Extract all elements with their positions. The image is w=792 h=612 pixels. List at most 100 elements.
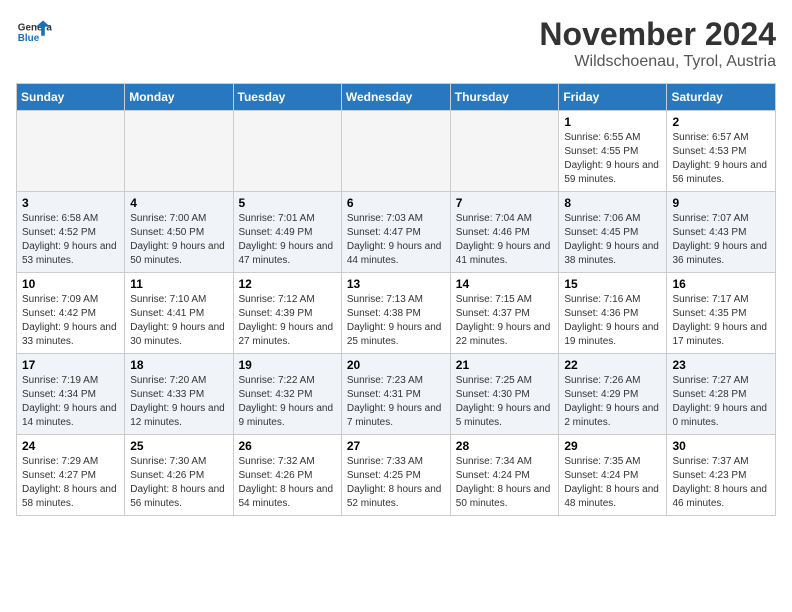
day-info: Sunrise: 7:27 AM Sunset: 4:28 PM Dayligh… — [672, 374, 770, 430]
day-info: Sunrise: 7:32 AM Sunset: 4:26 PM Dayligh… — [239, 455, 336, 511]
calendar-day-cell: 12 Sunrise: 7:12 AM Sunset: 4:39 PM Dayli… — [233, 273, 341, 354]
calendar-day-cell — [341, 111, 450, 192]
day-number: 19 — [239, 358, 336, 372]
day-info: Sunrise: 7:30 AM Sunset: 4:26 PM Dayligh… — [130, 455, 227, 511]
calendar-week-row: 24Sunrise: 7:29 AM Sunset: 4:27 PM Dayli… — [17, 435, 776, 516]
day-info: Sunrise: 7:15 AM Sunset: 4:37 PM Dayligh… — [456, 293, 554, 349]
day-number: 3 — [22, 196, 119, 210]
calendar-day-cell: 10 Sunrise: 7:09 AM Sunset: 4:42 PM Dayli… — [17, 273, 125, 354]
weekday-header-wednesday: Wednesday — [341, 84, 450, 111]
day-number: 4 — [130, 196, 227, 210]
calendar-day-cell: 23 Sunrise: 7:27 AM Sunset: 4:28 PM Dayli… — [667, 354, 776, 435]
calendar-week-row: 17 Sunrise: 7:19 AM Sunset: 4:34 PM Dayli… — [17, 354, 776, 435]
day-info: Sunrise: 7:19 AM Sunset: 4:34 PM Dayligh… — [22, 374, 119, 430]
day-info: Sunrise: 7:01 AM Sunset: 4:49 PM Dayligh… — [239, 212, 336, 268]
day-info: Sunrise: 7:26 AM Sunset: 4:29 PM Dayligh… — [564, 374, 661, 430]
page-header: General Blue November 2024 Wildschoenau,… — [16, 16, 776, 71]
day-number: 26 — [239, 439, 336, 453]
calendar-day-cell: 13 Sunrise: 7:13 AM Sunset: 4:38 PM Dayli… — [341, 273, 450, 354]
day-number: 15 — [564, 277, 661, 291]
day-number: 9 — [672, 196, 770, 210]
day-info: Sunrise: 7:37 AM Sunset: 4:23 PM Dayligh… — [672, 455, 770, 511]
day-info: Sunrise: 7:00 AM Sunset: 4:50 PM Dayligh… — [130, 212, 227, 268]
day-number: 13 — [347, 277, 445, 291]
day-number: 28 — [456, 439, 554, 453]
day-number: 23 — [672, 358, 770, 372]
calendar-day-cell: 19Sunrise: 7:22 AM Sunset: 4:32 PM Dayli… — [233, 354, 341, 435]
day-number: 18 — [130, 358, 227, 372]
day-info: Sunrise: 7:29 AM Sunset: 4:27 PM Dayligh… — [22, 455, 119, 511]
calendar-day-cell: 6 Sunrise: 7:03 AM Sunset: 4:47 PM Daylig… — [341, 192, 450, 273]
day-number: 27 — [347, 439, 445, 453]
calendar-day-cell: 5 Sunrise: 7:01 AM Sunset: 4:49 PM Daylig… — [233, 192, 341, 273]
svg-text:Blue: Blue — [18, 33, 40, 44]
day-info: Sunrise: 7:16 AM Sunset: 4:36 PM Dayligh… — [564, 293, 661, 349]
calendar-day-cell: 18Sunrise: 7:20 AM Sunset: 4:33 PM Dayli… — [125, 354, 233, 435]
day-info: Sunrise: 7:25 AM Sunset: 4:30 PM Dayligh… — [456, 374, 554, 430]
calendar-table: SundayMondayTuesdayWednesdayThursdayFrid… — [16, 83, 776, 516]
day-number: 10 — [22, 277, 119, 291]
weekday-header-thursday: Thursday — [450, 84, 559, 111]
day-number: 1 — [564, 115, 661, 129]
calendar-day-cell: 8 Sunrise: 7:06 AM Sunset: 4:45 PM Daylig… — [559, 192, 667, 273]
day-number: 17 — [22, 358, 119, 372]
calendar-day-cell: 27 Sunrise: 7:33 AM Sunset: 4:25 PM Dayli… — [341, 435, 450, 516]
day-number: 30 — [672, 439, 770, 453]
day-number: 5 — [239, 196, 336, 210]
day-info: Sunrise: 7:06 AM Sunset: 4:45 PM Dayligh… — [564, 212, 661, 268]
day-number: 25 — [130, 439, 227, 453]
day-info: Sunrise: 7:04 AM Sunset: 4:46 PM Dayligh… — [456, 212, 554, 268]
day-info: Sunrise: 7:23 AM Sunset: 4:31 PM Dayligh… — [347, 374, 445, 430]
calendar-day-cell: 24Sunrise: 7:29 AM Sunset: 4:27 PM Dayli… — [17, 435, 125, 516]
calendar-week-row: 3 Sunrise: 6:58 AM Sunset: 4:52 PM Daylig… — [17, 192, 776, 273]
location-title: Wildschoenau, Tyrol, Austria — [539, 53, 776, 71]
day-info: Sunrise: 7:10 AM Sunset: 4:41 PM Dayligh… — [130, 293, 227, 349]
calendar-day-cell: 20Sunrise: 7:23 AM Sunset: 4:31 PM Dayli… — [341, 354, 450, 435]
calendar-week-row: 1 Sunrise: 6:55 AM Sunset: 4:55 PM Daylig… — [17, 111, 776, 192]
weekday-header-sunday: Sunday — [17, 84, 125, 111]
day-number: 2 — [672, 115, 770, 129]
day-number: 22 — [564, 358, 661, 372]
calendar-day-cell: 2Sunrise: 6:57 AM Sunset: 4:53 PM Daylig… — [667, 111, 776, 192]
calendar-day-cell: 29 Sunrise: 7:35 AM Sunset: 4:24 PM Dayli… — [559, 435, 667, 516]
day-info: Sunrise: 6:55 AM Sunset: 4:55 PM Dayligh… — [564, 131, 661, 187]
day-info: Sunrise: 7:35 AM Sunset: 4:24 PM Dayligh… — [564, 455, 661, 511]
calendar-day-cell: 1 Sunrise: 6:55 AM Sunset: 4:55 PM Daylig… — [559, 111, 667, 192]
day-info: Sunrise: 7:07 AM Sunset: 4:43 PM Dayligh… — [672, 212, 770, 268]
calendar-day-cell — [233, 111, 341, 192]
day-number: 8 — [564, 196, 661, 210]
weekday-header-saturday: Saturday — [667, 84, 776, 111]
calendar-day-cell — [450, 111, 559, 192]
weekday-header-tuesday: Tuesday — [233, 84, 341, 111]
day-number: 12 — [239, 277, 336, 291]
day-info: Sunrise: 7:03 AM Sunset: 4:47 PM Dayligh… — [347, 212, 445, 268]
calendar-day-cell: 9 Sunrise: 7:07 AM Sunset: 4:43 PM Daylig… — [667, 192, 776, 273]
day-info: Sunrise: 7:09 AM Sunset: 4:42 PM Dayligh… — [22, 293, 119, 349]
day-info: Sunrise: 7:33 AM Sunset: 4:25 PM Dayligh… — [347, 455, 445, 511]
day-number: 21 — [456, 358, 554, 372]
calendar-day-cell: 21 Sunrise: 7:25 AM Sunset: 4:30 PM Dayli… — [450, 354, 559, 435]
month-title: November 2024 — [539, 16, 776, 53]
calendar-day-cell: 25 Sunrise: 7:30 AM Sunset: 4:26 PM Dayli… — [125, 435, 233, 516]
calendar-day-cell: 17 Sunrise: 7:19 AM Sunset: 4:34 PM Dayli… — [17, 354, 125, 435]
calendar-day-cell: 3 Sunrise: 6:58 AM Sunset: 4:52 PM Daylig… — [17, 192, 125, 273]
calendar-day-cell: 16Sunrise: 7:17 AM Sunset: 4:35 PM Dayli… — [667, 273, 776, 354]
calendar-day-cell: 14Sunrise: 7:15 AM Sunset: 4:37 PM Dayli… — [450, 273, 559, 354]
title-block: November 2024 Wildschoenau, Tyrol, Austr… — [539, 16, 776, 71]
calendar-day-cell: 28 Sunrise: 7:34 AM Sunset: 4:24 PM Dayli… — [450, 435, 559, 516]
day-number: 16 — [672, 277, 770, 291]
day-number: 6 — [347, 196, 445, 210]
calendar-day-cell: 11Sunrise: 7:10 AM Sunset: 4:41 PM Dayli… — [125, 273, 233, 354]
calendar-day-cell: 30 Sunrise: 7:37 AM Sunset: 4:23 PM Dayli… — [667, 435, 776, 516]
weekday-header-row: SundayMondayTuesdayWednesdayThursdayFrid… — [17, 84, 776, 111]
day-info: Sunrise: 7:13 AM Sunset: 4:38 PM Dayligh… — [347, 293, 445, 349]
day-info: Sunrise: 7:12 AM Sunset: 4:39 PM Dayligh… — [239, 293, 336, 349]
day-info: Sunrise: 7:34 AM Sunset: 4:24 PM Dayligh… — [456, 455, 554, 511]
day-info: Sunrise: 6:58 AM Sunset: 4:52 PM Dayligh… — [22, 212, 119, 268]
logo-icon: General Blue — [16, 16, 52, 52]
weekday-header-friday: Friday — [559, 84, 667, 111]
weekday-header-monday: Monday — [125, 84, 233, 111]
calendar-day-cell — [17, 111, 125, 192]
day-number: 29 — [564, 439, 661, 453]
calendar-day-cell: 22 Sunrise: 7:26 AM Sunset: 4:29 PM Dayli… — [559, 354, 667, 435]
